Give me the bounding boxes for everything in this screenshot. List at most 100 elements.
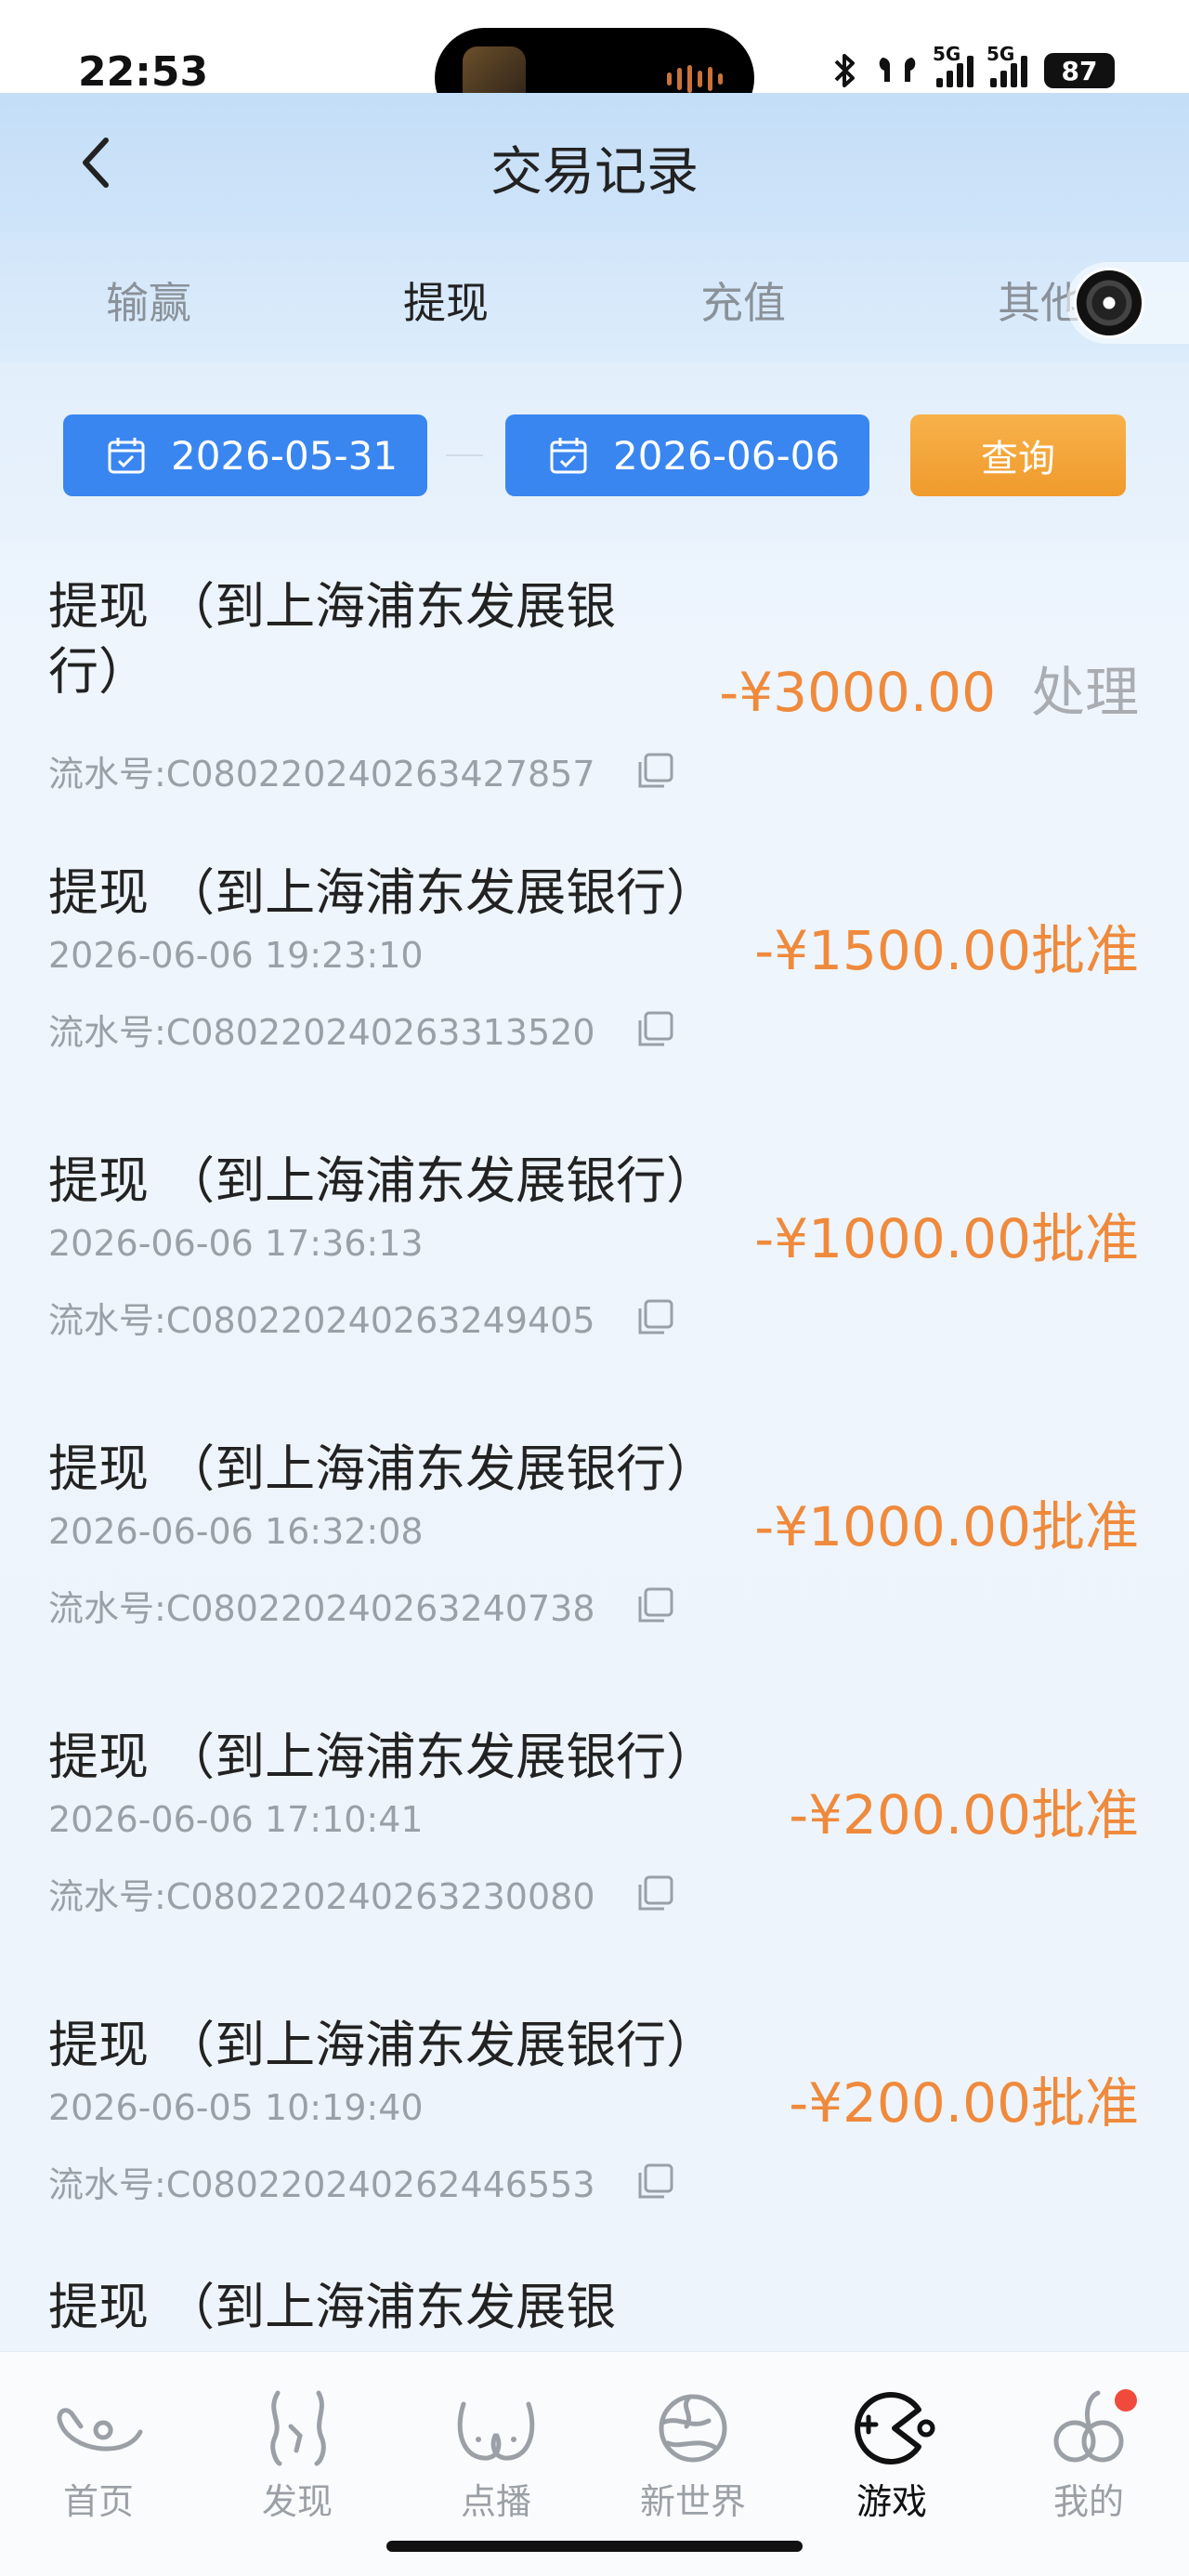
nav-vod[interactable]: 点播 xyxy=(422,2385,570,2524)
serial-text: 流水号:C080220240263249405 xyxy=(48,1300,595,1341)
nav-label: 游戏 xyxy=(856,2481,927,2522)
serial-text: 流水号:C080220240263427857 xyxy=(48,754,595,795)
signal-label: 5G xyxy=(986,43,1015,65)
transaction-title: 提现 （到上海浦东发展银行） xyxy=(48,863,717,922)
status-time: 22:53 xyxy=(78,48,209,96)
start-date-button[interactable]: 2026-05-31 xyxy=(63,414,427,496)
nav-label: 发现 xyxy=(261,2481,333,2522)
transaction-row[interactable]: 提现 （到上海浦东发展银行） 2026-06-06 19:23:10 -¥150… xyxy=(0,827,1189,1115)
transaction-row[interactable]: 提现 （到上海浦东发展银行） 2026-06-06 17:36:13 -¥100… xyxy=(0,1115,1189,1403)
transaction-title: 提现 （到上海浦东发展银 xyxy=(48,2278,617,2336)
transaction-amount: -¥200.00批准 xyxy=(789,2059,1139,2137)
transaction-status: 批准 xyxy=(1030,1207,1139,1270)
transaction-amount: -¥3000.00 处理 xyxy=(719,649,1139,727)
nav-new-world[interactable]: 新世界 xyxy=(619,2385,767,2524)
bluetooth-icon xyxy=(834,54,855,87)
serial-number: 流水号:C080220240263427857 xyxy=(48,745,677,796)
transaction-date: 2026-06-06 19:23:10 xyxy=(48,935,424,976)
end-date-button[interactable]: 2026-06-06 xyxy=(505,414,869,496)
amount-value: -¥200.00 xyxy=(789,1783,1031,1847)
query-button[interactable]: 查询 xyxy=(910,414,1126,496)
transaction-row[interactable]: 提现 （到上海浦东发展银 行） -¥3000.00 处理 流水号:C0802202… xyxy=(0,539,1189,827)
header: 交易记录 xyxy=(0,93,1189,232)
transaction-date: 2026-06-06 16:32:08 xyxy=(48,1511,424,1552)
transaction-row[interactable]: 提现 （到上海浦东发展银 xyxy=(0,2267,1189,2351)
nav-label: 首页 xyxy=(62,2481,134,2522)
amount-value: -¥1000.00 xyxy=(754,1495,1031,1558)
transaction-status: 批准 xyxy=(1030,1783,1139,1847)
transaction-status: 处理 xyxy=(1030,661,1139,724)
battery-icon: 87 xyxy=(1044,53,1115,88)
amount-value: -¥1000.00 xyxy=(754,1207,1031,1270)
tab-withdraw[interactable]: 提现 xyxy=(403,269,489,331)
amount-value: -¥1500.00 xyxy=(754,919,1031,982)
nav-profile[interactable]: 我的 xyxy=(1014,2385,1163,2524)
copy-icon[interactable] xyxy=(633,1295,677,1340)
copy-icon[interactable] xyxy=(633,1007,677,1052)
discover-icon xyxy=(270,2390,326,2466)
transaction-row[interactable]: 提现 （到上海浦东发展银行） 2026-06-05 10:19:40 -¥200… xyxy=(0,1979,1189,2267)
transaction-title: 提现 （到上海浦东发展银 xyxy=(48,577,617,636)
amount-value: -¥200.00 xyxy=(789,2071,1031,2135)
transaction-list: 提现 （到上海浦东发展银 行） -¥3000.00 处理 流水号:C0802202… xyxy=(0,539,1189,2351)
serial-number: 流水号:C080220240263249405 xyxy=(48,1292,677,1343)
disc xyxy=(1074,268,1144,338)
vod-icon xyxy=(457,2401,535,2461)
earbuds-icon xyxy=(879,58,916,82)
signal-5g-icon: 5G xyxy=(986,43,1027,87)
copy-icon[interactable] xyxy=(633,1872,677,1916)
transaction-row[interactable]: 提现 （到上海浦东发展银行） 2026-06-06 16:32:08 -¥100… xyxy=(0,1403,1189,1691)
status-icons: 5G 5G 87 xyxy=(830,43,1115,89)
start-date-value: 2026-05-31 xyxy=(171,432,399,479)
transaction-amount: -¥200.00批准 xyxy=(789,1771,1139,1849)
transaction-title: 提现 （到上海浦东发展银行） xyxy=(48,2016,717,2074)
transaction-title: 提现 （到上海浦东发展银行） xyxy=(48,1439,717,1498)
copy-icon[interactable] xyxy=(633,1584,677,1628)
page-title: 交易记录 xyxy=(490,142,699,203)
transaction-row[interactable]: 提现 （到上海浦东发展银行） 2026-06-06 17:10:41 -¥200… xyxy=(0,1691,1189,1979)
serial-number: 流水号:C080220240263240738 xyxy=(48,1580,677,1631)
home-indicator[interactable] xyxy=(386,2541,803,2552)
transaction-title-wrap: 行） xyxy=(48,642,149,701)
copy-icon[interactable] xyxy=(633,2160,677,2204)
home-icon xyxy=(57,2408,143,2451)
date-range-separator xyxy=(446,454,483,456)
transaction-date: 2026-06-06 17:10:41 xyxy=(48,1799,424,1840)
status-bar: 22:53 5G 5G 87 xyxy=(0,0,1189,128)
tab-recharge[interactable]: 充值 xyxy=(700,269,786,331)
transaction-title: 提现 （到上海浦东发展银行） xyxy=(48,1728,717,1786)
serial-text: 流水号:C080220240263230080 xyxy=(48,1876,595,1917)
amount-value: -¥3000.00 xyxy=(719,661,996,724)
nav-label: 点播 xyxy=(460,2481,531,2522)
nav-game[interactable]: 游戏 xyxy=(817,2385,966,2524)
transaction-date: 2026-06-05 10:19:40 xyxy=(48,2087,424,2128)
serial-number: 流水号:C080220240263313520 xyxy=(48,1004,677,1055)
serial-text: 流水号:C080220240262446553 xyxy=(48,2164,595,2205)
audio-wave-icon xyxy=(667,65,723,93)
transaction-amount: -¥1500.00批准 xyxy=(754,907,1139,985)
transaction-amount: -¥1000.00批准 xyxy=(754,1195,1139,1273)
nav-discover[interactable]: 发现 xyxy=(223,2385,372,2524)
transaction-status: 批准 xyxy=(1030,1495,1139,1558)
transaction-amount: -¥1000.00批准 xyxy=(754,1483,1139,1561)
transaction-date: 2026-06-06 17:36:13 xyxy=(48,1223,424,1264)
serial-text: 流水号:C080220240263313520 xyxy=(48,1012,595,1053)
signal-5g-icon: 5G xyxy=(933,43,973,87)
serial-text: 流水号:C080220240263240738 xyxy=(48,1588,595,1629)
nav-label: 我的 xyxy=(1052,2481,1124,2522)
serial-number: 流水号:C080220240263230080 xyxy=(48,1868,677,1919)
floating-music-disc-icon[interactable] xyxy=(1066,262,1189,344)
copy-icon[interactable] xyxy=(633,749,677,794)
nav-home[interactable]: 首页 xyxy=(24,2385,173,2524)
tab-bar: 输赢 提现 充值 其他 xyxy=(0,232,1189,368)
new-world-icon xyxy=(659,2394,727,2463)
game-icon xyxy=(855,2392,935,2464)
transaction-status: 批准 xyxy=(1030,2071,1139,2135)
tab-win-loss[interactable]: 输赢 xyxy=(106,269,191,331)
transaction-title: 提现 （到上海浦东发展银行） xyxy=(48,1151,717,1210)
calendar-icon xyxy=(550,438,587,474)
calendar-icon xyxy=(108,438,145,474)
transaction-status: 批准 xyxy=(1030,919,1139,982)
signal-label: 5G xyxy=(933,43,961,65)
end-date-value: 2026-06-06 xyxy=(613,432,841,479)
